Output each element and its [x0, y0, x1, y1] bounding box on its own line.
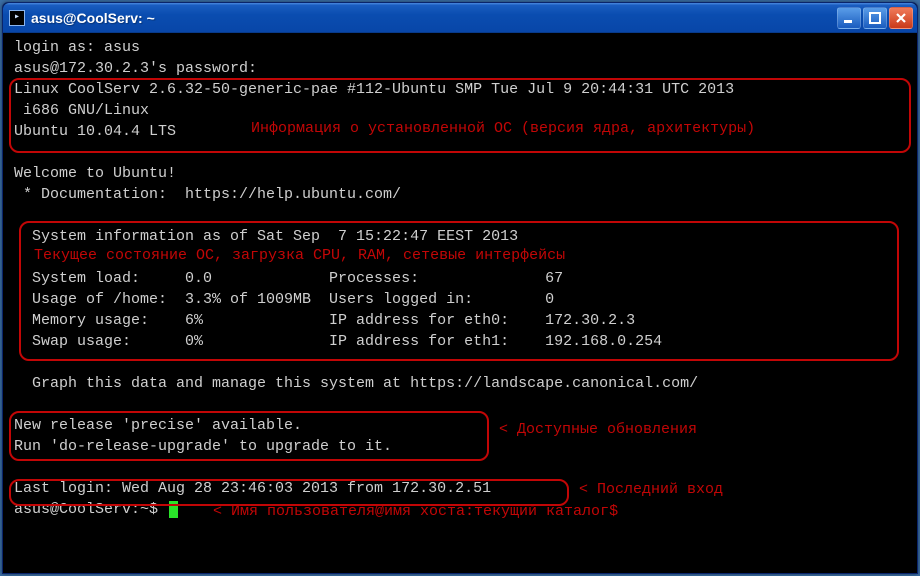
- app-icon: ▸: [9, 10, 25, 26]
- term-line: asus@172.30.2.3's password:: [14, 60, 257, 77]
- term-line: Memory usage: 6% IP address for eth0: 17…: [14, 312, 635, 329]
- titlebar[interactable]: ▸ asus@CoolServ: ~: [3, 3, 917, 33]
- terminal-output[interactable]: login as: asus asus@172.30.2.3's passwor…: [6, 33, 914, 570]
- term-line: login as: asus: [14, 39, 140, 56]
- minimize-button[interactable]: [837, 7, 861, 29]
- term-line: Usage of /home: 3.3% of 1009MB Users log…: [14, 291, 554, 308]
- prompt-line: asus@CoolServ:~$: [14, 501, 167, 518]
- term-line: Welcome to Ubuntu!: [14, 165, 176, 182]
- window-buttons: [837, 7, 913, 29]
- window-title: asus@CoolServ: ~: [31, 10, 837, 26]
- term-line: Last login: Wed Aug 28 23:46:03 2013 fro…: [14, 480, 491, 497]
- term-line: New release 'precise' available.: [14, 417, 302, 434]
- cursor-block: [169, 501, 178, 518]
- term-line: System load: 0.0 Processes: 67: [14, 270, 563, 287]
- close-button[interactable]: [889, 7, 913, 29]
- term-line: * Documentation: https://help.ubuntu.com…: [14, 186, 401, 203]
- app-window: ▸ asus@CoolServ: ~ login as: asus asus@1…: [2, 2, 918, 574]
- term-line: Swap usage: 0% IP address for eth1: 192.…: [14, 333, 662, 350]
- term-line: Linux CoolServ 2.6.32-50-generic-pae #11…: [14, 81, 734, 98]
- term-line: Run 'do-release-upgrade' to upgrade to i…: [14, 438, 392, 455]
- term-line: i686 GNU/Linux: [14, 102, 149, 119]
- term-line: System information as of Sat Sep 7 15:22…: [14, 228, 518, 245]
- term-line: Ubuntu 10.04.4 LTS: [14, 123, 176, 140]
- close-icon: [895, 12, 907, 24]
- maximize-icon: [869, 12, 881, 24]
- term-line: Graph this data and manage this system a…: [14, 375, 698, 392]
- minimize-icon: [843, 12, 855, 24]
- maximize-button[interactable]: [863, 7, 887, 29]
